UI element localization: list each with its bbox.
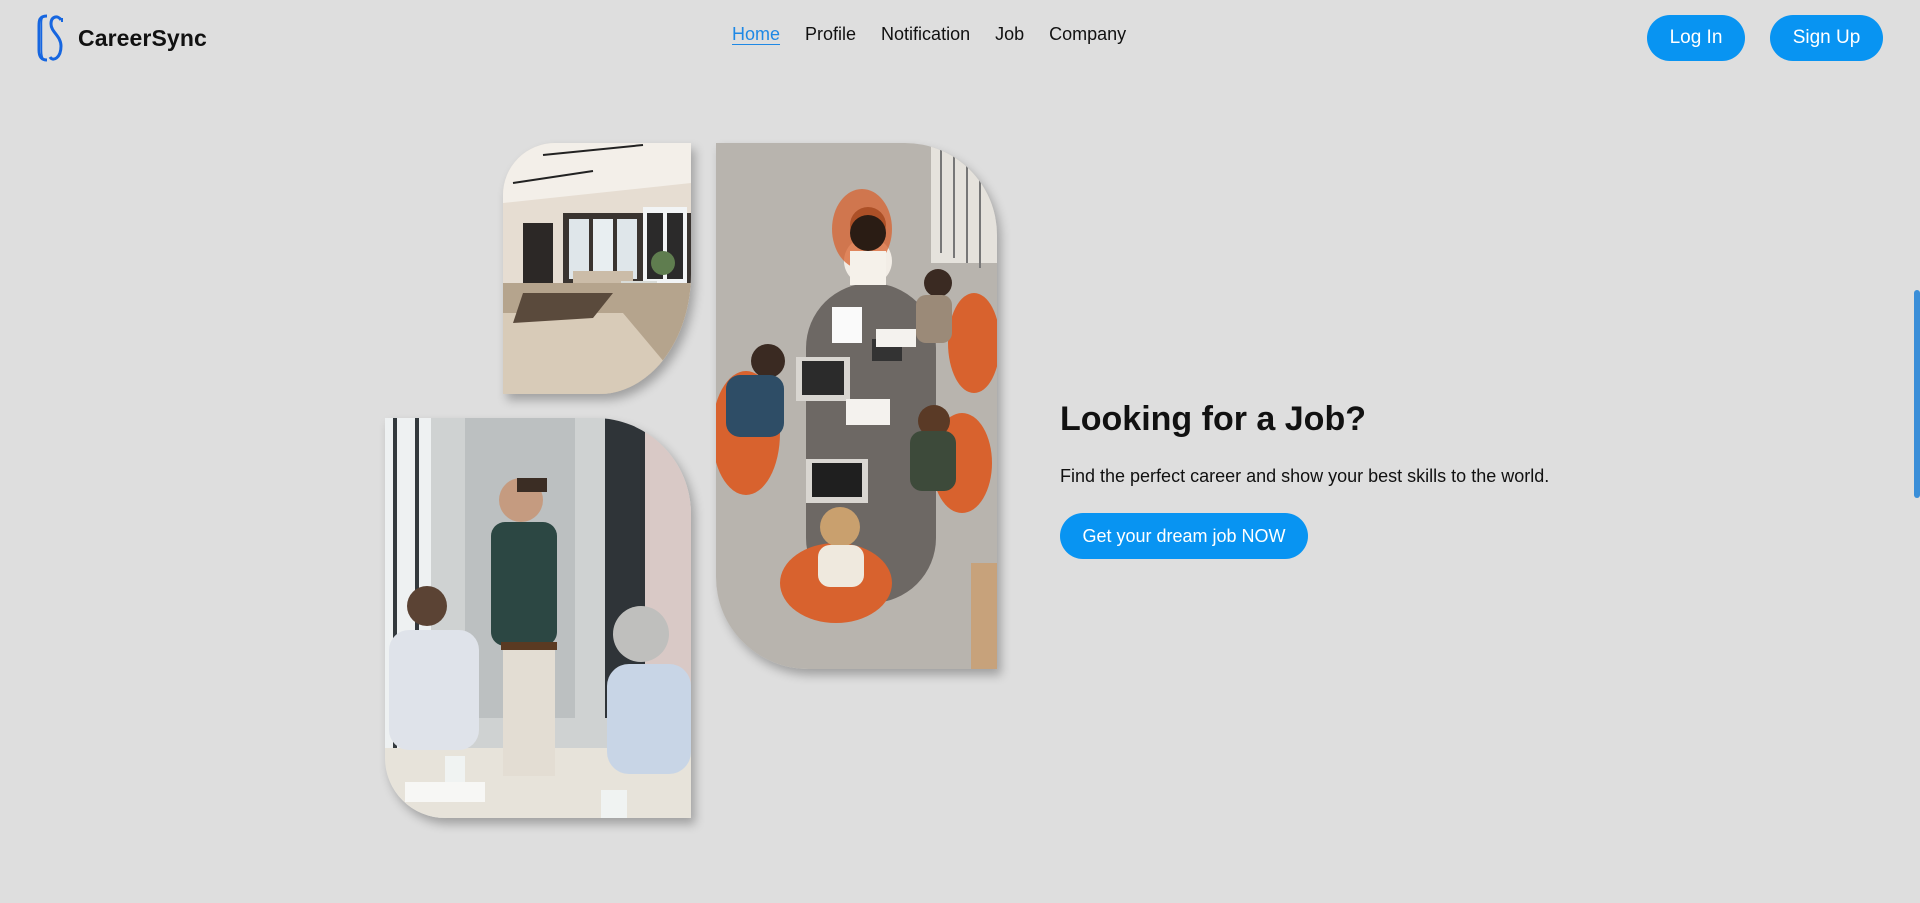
office-interior-photo	[503, 143, 691, 394]
nav-notification[interactable]: Notification	[881, 24, 970, 45]
hero-subtitle: Find the perfect career and show your be…	[1060, 466, 1550, 486]
page-scrollbar-thumb[interactable]	[1914, 290, 1920, 498]
nav-company[interactable]: Company	[1049, 24, 1126, 45]
business-discussion-photo	[385, 418, 691, 818]
team-meeting-overhead-photo	[716, 143, 997, 669]
top-navbar: CareerSync Home Profile Notification Job…	[0, 0, 1920, 74]
cs-monogram-icon	[37, 14, 63, 62]
nav-job[interactable]: Job	[995, 24, 1024, 45]
brand-name: CareerSync	[78, 24, 207, 51]
brand-home-link[interactable]: CareerSync	[36, 12, 207, 64]
get-dream-job-button[interactable]: Get your dream job NOW	[1060, 513, 1308, 559]
login-button[interactable]: Log In	[1647, 15, 1745, 61]
signup-button[interactable]: Sign Up	[1770, 15, 1883, 61]
main-nav: Home Profile Notification Job Company	[732, 24, 1126, 45]
nav-profile[interactable]: Profile	[805, 24, 856, 45]
page: CareerSync Home Profile Notification Job…	[0, 0, 1920, 903]
nav-home[interactable]: Home	[732, 24, 780, 45]
hero-title: Looking for a Job?	[1060, 400, 1366, 438]
